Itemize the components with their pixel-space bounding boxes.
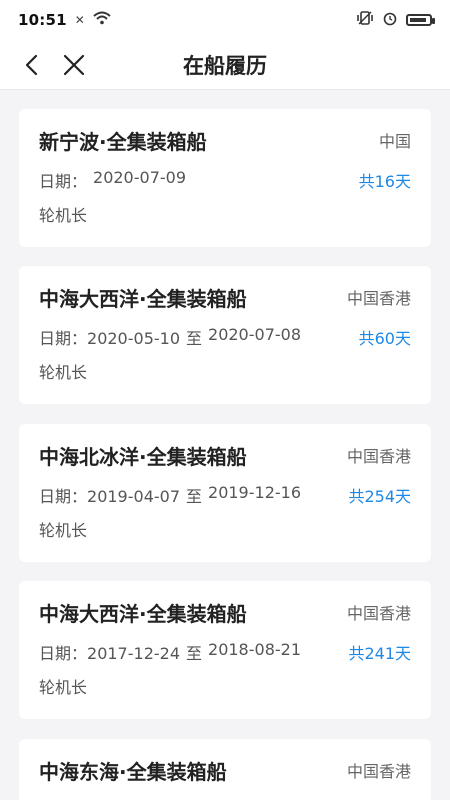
date-end: 2020-07-08 bbox=[208, 325, 301, 344]
wifi-icon bbox=[93, 11, 111, 29]
date-range: 日期：2017-12-24 至 2018-08-21 bbox=[39, 640, 301, 664]
battery-icon bbox=[406, 14, 435, 26]
status-notification: ✕ bbox=[74, 13, 85, 27]
ship-name: 新宁波·全集装箱船 bbox=[39, 129, 207, 154]
ship-name: 中海北冰洋·全集装箱船 bbox=[39, 444, 247, 469]
status-right bbox=[356, 10, 435, 30]
days-count: 共16天 bbox=[358, 172, 411, 191]
position: 轮机长 bbox=[39, 206, 88, 225]
date-to: 至 bbox=[186, 487, 203, 506]
days-count: 共60天 bbox=[358, 329, 411, 348]
ship-name: 中海东海·全集装箱船 bbox=[39, 759, 227, 784]
date-start: 2017-12-24 bbox=[87, 644, 180, 663]
date-to: 至 bbox=[186, 329, 203, 348]
status-left: 10:51 ✕ bbox=[18, 11, 111, 29]
date-label: 日期： bbox=[39, 644, 88, 663]
nav-bar: 在船履历 bbox=[0, 40, 450, 90]
date-start: 2019-04-07 bbox=[87, 487, 180, 506]
ship-name: 中海大西洋·全集装箱船 bbox=[39, 601, 247, 626]
position: 轮机长 bbox=[39, 678, 88, 697]
status-time: 10:51 bbox=[18, 11, 67, 29]
days-count: 共254天 bbox=[348, 487, 411, 506]
ship-region: 中国香港 bbox=[346, 447, 411, 466]
record-card[interactable]: 中海北冰洋·全集装箱船 中国香港 日期：2019-04-07 至 2019-12… bbox=[19, 424, 431, 562]
date-start: 2020-07-09 bbox=[93, 168, 186, 187]
date-range: 日期： 2020-07-09 bbox=[39, 168, 186, 192]
status-bar: 10:51 ✕ bbox=[0, 0, 450, 40]
date-range: 日期：2019-04-07 至 2019-12-16 bbox=[39, 483, 301, 507]
ship-name: 中海大西洋·全集装箱船 bbox=[39, 286, 247, 311]
record-card[interactable]: 新宁波·全集装箱船 中国 日期： 2020-07-09 共16天 轮机长 bbox=[19, 109, 431, 247]
date-end: 2018-08-21 bbox=[208, 640, 301, 659]
date-to: 至 bbox=[186, 644, 203, 663]
vibrate-icon bbox=[356, 10, 374, 30]
date-label: 日期： bbox=[39, 329, 88, 348]
battery-fill bbox=[410, 18, 426, 22]
date-range: 日期：2020-05-10 至 2020-07-08 bbox=[39, 325, 301, 349]
ship-region: 中国香港 bbox=[346, 604, 411, 623]
page-title: 在船履历 bbox=[183, 53, 267, 78]
date-label: 日期： bbox=[39, 487, 88, 506]
date-start: 2020-05-10 bbox=[87, 329, 180, 348]
record-card[interactable]: 中海大西洋·全集装箱船 中国香港 日期：2020-05-10 至 2020-07… bbox=[19, 266, 431, 404]
date-end: 2019-12-16 bbox=[208, 483, 301, 502]
ship-region: 中国香港 bbox=[346, 289, 411, 308]
history-list[interactable]: 新宁波·全集装箱船 中国 日期： 2020-07-09 共16天 轮机长 中海大西… bbox=[0, 90, 450, 800]
ship-region: 中国 bbox=[378, 132, 411, 151]
record-card[interactable]: 中海东海·全集装箱船 中国香港 bbox=[19, 739, 431, 800]
position: 轮机长 bbox=[39, 521, 88, 540]
ship-region: 中国香港 bbox=[346, 762, 411, 781]
date-label: 日期： bbox=[39, 172, 88, 191]
alarm-icon bbox=[382, 10, 398, 30]
record-card[interactable]: 中海大西洋·全集装箱船 中国香港 日期：2017-12-24 至 2018-08… bbox=[19, 581, 431, 719]
position: 轮机长 bbox=[39, 363, 88, 382]
days-count: 共241天 bbox=[348, 644, 411, 663]
